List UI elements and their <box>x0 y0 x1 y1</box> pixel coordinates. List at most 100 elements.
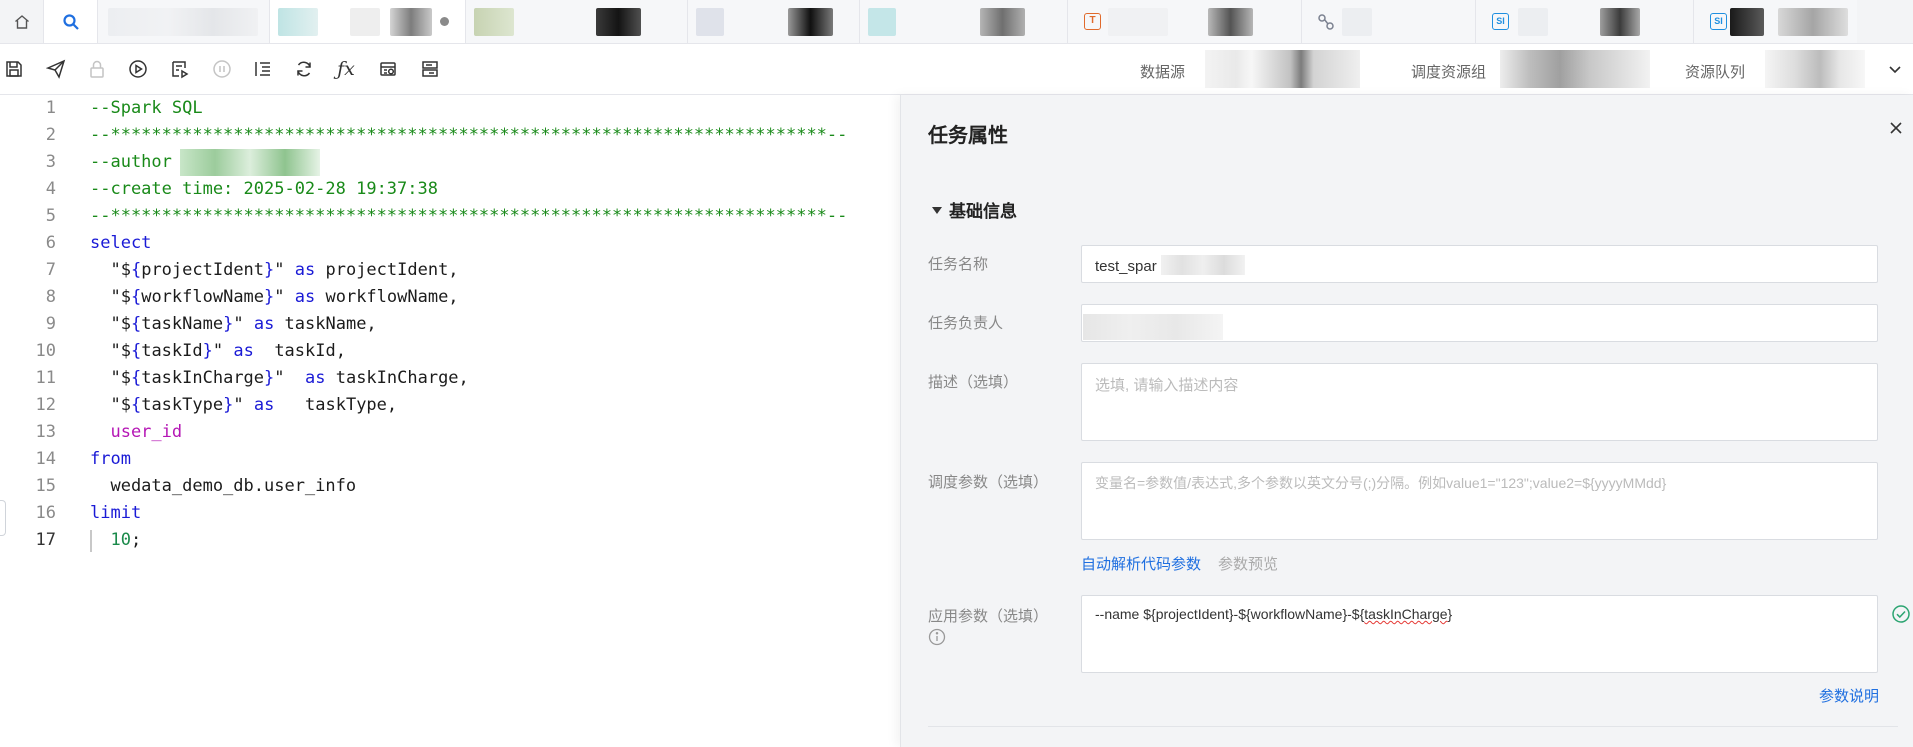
code-token: "$ <box>90 314 131 334</box>
code-token: "$ <box>90 395 131 415</box>
save-icon <box>6 61 22 77</box>
editor-toolbar: ƒx 数据源 调度资源组 资源队列 <box>0 44 1913 95</box>
editor-tab-4[interactable] <box>688 0 860 43</box>
param-preview-link[interactable]: 参数预览 <box>1218 553 1278 574</box>
code-token: projectIdent, <box>315 260 459 280</box>
run-button[interactable] <box>126 57 150 81</box>
code-token: workflowName <box>141 287 265 307</box>
code-line[interactable]: 6 select <box>0 230 900 257</box>
refresh-button[interactable] <box>292 57 316 81</box>
line-number: 4 <box>45 179 56 199</box>
submit-button[interactable] <box>44 57 68 81</box>
save-button[interactable] <box>2 57 26 81</box>
unsaved-dot-icon[interactable] <box>440 17 449 26</box>
description-textarea[interactable]: 选填, 请输入描述内容 <box>1081 363 1878 441</box>
auto-parse-params-link[interactable]: 自动解析代码参数 <box>1081 553 1201 574</box>
code-line[interactable]: 4 --create time: 2025-02-28 19:37:38 <box>0 176 900 203</box>
code-line[interactable]: 12 "${taskType}" as taskType, <box>0 392 900 419</box>
line-number: 2 <box>45 125 56 145</box>
code-token: } <box>223 314 234 334</box>
code-token: user_id <box>90 422 183 442</box>
editor-tab-5[interactable] <box>860 0 1068 43</box>
chevron-down-icon[interactable] <box>1885 59 1905 79</box>
code-token: taskName <box>141 314 224 334</box>
code-line[interactable]: 16 limit <box>0 500 900 527</box>
table-button[interactable] <box>376 57 400 81</box>
code-line[interactable]: 17 10; <box>0 527 900 554</box>
redacted-text <box>1160 255 1245 275</box>
line-number: 9 <box>45 314 56 334</box>
code-line[interactable]: 1 --Spark SQL <box>0 95 900 122</box>
task-name-input[interactable]: test_spar <box>1081 245 1878 283</box>
code-line[interactable]: 2 --*************************************… <box>0 122 900 149</box>
line-number: 16 <box>35 503 56 523</box>
app-params-textarea[interactable]: --name ${projectIdent}-${workflowName}-$… <box>1081 595 1878 673</box>
editor-tab-8[interactable]: SI <box>1476 0 1694 43</box>
resource-group-select[interactable] <box>1500 50 1650 88</box>
function-button[interactable]: ƒx <box>334 57 358 81</box>
editor-tab-7[interactable] <box>1302 0 1476 43</box>
info-icon[interactable] <box>928 628 946 646</box>
code-text: --**************************************… <box>90 203 847 230</box>
code-token: ; <box>130 530 142 550</box>
code-token: taskName, <box>274 314 377 334</box>
code-line[interactable]: 15 wedata_demo_db.user_info <box>0 473 900 500</box>
code-editor[interactable]: 1 --Spark SQL 2 --*************************… <box>0 95 900 747</box>
code-line[interactable]: 14 from <box>0 446 900 473</box>
function-icon: ƒx <box>337 58 355 80</box>
pause-button[interactable] <box>210 57 234 81</box>
code-line[interactable]: 3 --author <box>0 149 900 176</box>
editor-tab-1[interactable] <box>98 0 270 43</box>
run-selected-button[interactable] <box>168 57 192 81</box>
lock-button[interactable] <box>85 57 109 81</box>
code-text: "${taskType}" as taskType, <box>90 392 397 419</box>
line-number: 7 <box>45 260 56 280</box>
code-line[interactable]: 10 "${taskId}" as taskId, <box>0 338 900 365</box>
search-tab[interactable] <box>44 0 98 43</box>
editor-tab-9[interactable]: SI <box>1694 0 1857 43</box>
line-number: 5 <box>45 206 56 226</box>
code-token: limit <box>90 503 142 523</box>
queue-select[interactable] <box>1765 50 1865 88</box>
code-token: taskId <box>141 341 203 361</box>
code-text: --create time: 2025-02-28 19:37:38 <box>90 176 438 203</box>
queue-label: 资源队列 <box>1685 64 1746 81</box>
home-tab[interactable] <box>0 0 44 43</box>
code-line[interactable]: 9 "${taskName}" as taskName, <box>0 311 900 338</box>
code-text: from <box>90 446 131 473</box>
editor-tab-6[interactable]: T <box>1068 0 1302 43</box>
sidebar-collapse-handle[interactable] <box>0 500 6 536</box>
code-line[interactable]: 5 --*************************************… <box>0 203 900 230</box>
editor-tab-3[interactable] <box>466 0 688 43</box>
editor-tab-2[interactable] <box>270 0 466 43</box>
code-line[interactable]: 8 "${workflowName}" as workflowName, <box>0 284 900 311</box>
redacted-text <box>1600 8 1640 36</box>
code-line[interactable]: 13 user_id <box>0 419 900 446</box>
template-button[interactable] <box>418 57 442 81</box>
redacted-text <box>350 8 380 36</box>
code-token: wedata_demo_db.user_info <box>90 476 357 496</box>
datasource-select[interactable] <box>1205 50 1360 88</box>
owner-select[interactable] <box>1081 304 1878 342</box>
code-text: --author <box>90 149 182 176</box>
code-token: as <box>305 368 326 388</box>
code-token: " <box>212 341 234 361</box>
close-icon[interactable] <box>1887 119 1905 137</box>
code-text: --Spark SQL <box>90 95 203 122</box>
code-line[interactable]: 11 "${taskInCharge}" as taskInCharge, <box>0 365 900 392</box>
schedule-params-textarea[interactable]: 变量名=参数值/表达式,多个参数以英文分号(;)分隔。例如value1="123… <box>1081 462 1878 540</box>
code-token: } <box>264 368 275 388</box>
format-button[interactable] <box>251 57 275 81</box>
code-token: as <box>253 314 275 334</box>
code-token: " <box>233 395 254 415</box>
task-name-value: test_spar <box>1095 258 1157 275</box>
code-token: { <box>130 287 142 307</box>
code-token: as <box>233 341 254 361</box>
basic-info-section-toggle[interactable]: 基础信息 <box>932 197 1017 222</box>
param-doc-link[interactable]: 参数说明 <box>1819 685 1879 706</box>
line-number: 13 <box>35 422 56 442</box>
code-token: 10 <box>90 530 131 550</box>
code-token: as <box>253 395 275 415</box>
code-token: { <box>130 395 142 415</box>
code-line[interactable]: 7 "${projectIdent}" as projectIdent, <box>0 257 900 284</box>
